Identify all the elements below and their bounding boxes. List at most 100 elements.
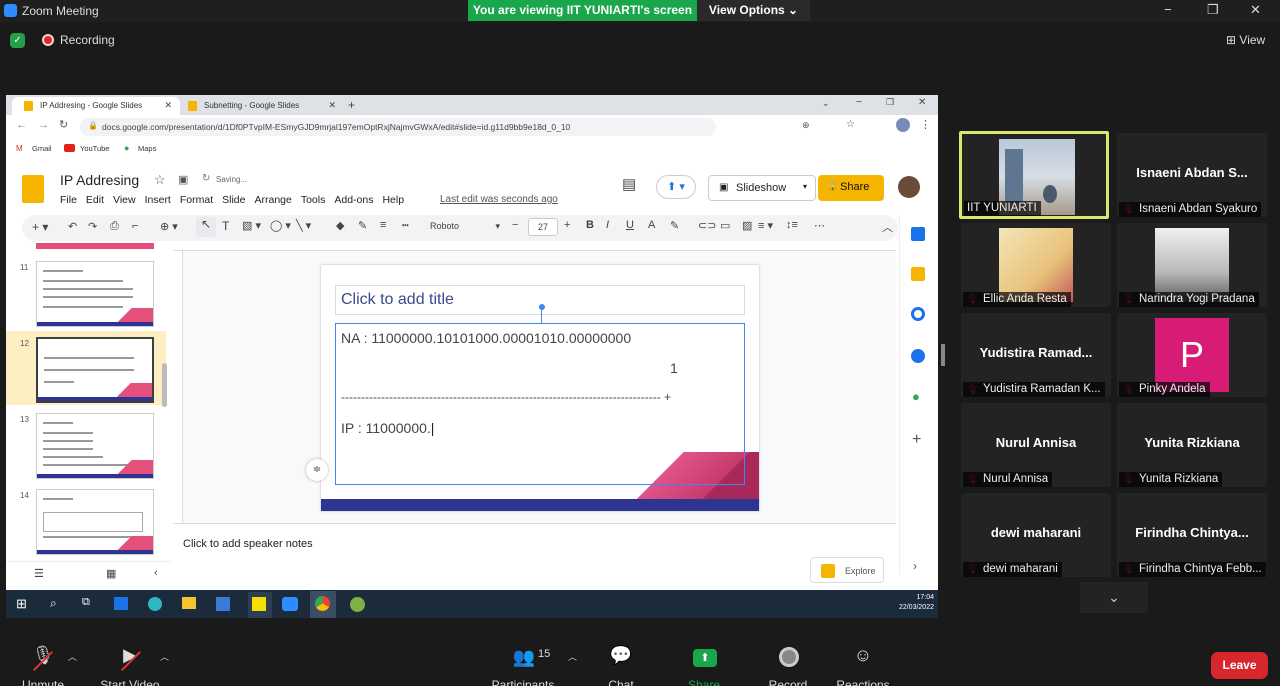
participant-tile[interactable]: Isnaeni Abdan S... 🎙 Isnaeni Abdan Syaku…	[1117, 133, 1267, 217]
align-icon[interactable]: ≡ ▾	[758, 219, 773, 232]
mail-icon[interactable]	[114, 597, 128, 610]
text-color-icon[interactable]: A	[648, 219, 655, 231]
underline-icon[interactable]: U	[626, 219, 634, 231]
windows-start-icon[interactable]: ⊞	[16, 596, 27, 612]
image-icon[interactable]: ▧ ▾	[242, 219, 261, 232]
browser-tab-subnetting[interactable]: Subnetting - Google Slides ✕	[176, 97, 344, 115]
restore-button[interactable]: ❐	[1207, 2, 1219, 18]
view-button[interactable]: ⊞ View	[1226, 33, 1265, 47]
thumbnail-slide-14[interactable]	[36, 489, 154, 555]
recording-label[interactable]: Recording	[60, 33, 115, 47]
explore-button[interactable]: Explore	[810, 557, 884, 583]
participant-tile[interactable]: P 🎙 Pinky Andela	[1117, 313, 1267, 397]
menu-tools[interactable]: Tools	[301, 194, 326, 206]
menu-view[interactable]: View	[113, 194, 136, 206]
move-folder-icon[interactable]: ▣	[178, 173, 188, 186]
reload-icon[interactable]: ↻	[59, 118, 68, 131]
star-icon[interactable]: ☆	[846, 119, 855, 130]
close-button[interactable]: ✕	[1250, 2, 1261, 18]
zoom-icon[interactable]: ⊕	[802, 120, 810, 131]
border-dash-icon[interactable]: ┅	[402, 219, 409, 232]
text-box-icon[interactable]: T	[222, 219, 229, 233]
menu-file[interactable]: File	[60, 194, 77, 206]
file-explorer-icon[interactable]	[182, 597, 196, 609]
store-icon[interactable]	[216, 597, 230, 611]
thumbnail-slide-12[interactable]	[36, 337, 154, 403]
leave-button[interactable]: Leave	[1211, 652, 1268, 679]
share-screen-button[interactable]: Share Screen	[668, 678, 740, 686]
collapse-panel-icon[interactable]: ‹	[154, 567, 158, 579]
list-view-icon[interactable]: ☰	[34, 567, 44, 580]
shape-icon[interactable]: ◯ ▾	[270, 219, 291, 232]
muted-mic-icon[interactable]: 🎙	[30, 645, 56, 666]
maps-icon[interactable]: ●	[912, 389, 920, 404]
google-slides-logo-icon[interactable]	[22, 175, 44, 203]
share-button[interactable]: 🔒 Share	[818, 175, 884, 201]
participant-tile[interactable]: 🎙 Ellic Anda Resta	[961, 223, 1111, 307]
start-video-button[interactable]: Start Video	[96, 678, 164, 686]
close-tab-icon[interactable]: ✕	[164, 100, 172, 111]
speaker-notes[interactable]: Click to add speaker notes	[173, 523, 896, 583]
comment-icon[interactable]: ▭	[720, 219, 730, 232]
gallery-next-page-button[interactable]: ⌄	[1080, 582, 1148, 613]
link-icon[interactable]: ⊂⊃	[698, 219, 716, 232]
record-icon[interactable]	[779, 647, 799, 667]
user-avatar[interactable]	[898, 176, 920, 198]
participant-tile-active[interactable]: IIT YUNIARTI	[959, 131, 1109, 219]
new-tab-icon[interactable]: +	[348, 98, 355, 112]
menu-insert[interactable]: Insert	[145, 194, 171, 206]
paint-format-icon[interactable]: ⌐	[132, 220, 138, 232]
panel-scrollbar[interactable]	[162, 363, 167, 407]
chevron-up-icon[interactable]: ︿	[68, 650, 77, 663]
rotate-handle[interactable]	[539, 304, 545, 310]
shield-icon[interactable]: ✓	[10, 33, 25, 48]
participants-icon[interactable]: 👥	[510, 647, 538, 668]
chat-icon[interactable]: 💬	[608, 645, 634, 666]
decrease-font-icon[interactable]: −	[512, 219, 518, 231]
document-title[interactable]: IP Addresing	[60, 172, 139, 188]
collapse-toolbar-icon[interactable]: ︿	[882, 219, 893, 235]
calendar-icon[interactable]	[911, 227, 925, 241]
forward-icon[interactable]: →	[38, 119, 49, 131]
select-cursor-icon[interactable]: ↖	[196, 217, 216, 237]
thumbnail-slide-11[interactable]	[36, 261, 154, 327]
menu-arrange[interactable]: Arrange	[254, 194, 291, 206]
present-to-meeting-icon[interactable]: ⬆ ▾	[656, 175, 696, 199]
participant-tile[interactable]: 🎙 Narindra Yogi Pradana	[1117, 223, 1267, 307]
contacts-icon[interactable]	[911, 349, 925, 363]
view-options-button[interactable]: View Options ⌄	[697, 0, 810, 21]
panel-splitter[interactable]	[941, 344, 945, 366]
chevron-up-icon[interactable]: ︿	[160, 650, 169, 663]
border-color-icon[interactable]: ✎	[358, 219, 367, 232]
bold-icon[interactable]: B	[586, 219, 594, 231]
reactions-icon[interactable]: ☺	[850, 645, 876, 666]
taskbar-clock[interactable]: 17:04 22/03/2022	[899, 593, 934, 613]
tab-search-icon[interactable]: ⌄	[822, 98, 830, 109]
url-field[interactable]: docs.google.com/presentation/d/1Df0PTvpI…	[80, 118, 716, 136]
keep-icon[interactable]	[911, 267, 925, 281]
menu-help[interactable]: Help	[382, 194, 404, 206]
star-icon[interactable]: ☆	[154, 172, 166, 188]
edge-icon[interactable]	[148, 597, 162, 611]
browser-close-icon[interactable]: ✕	[918, 97, 926, 108]
last-edit-link[interactable]: Last edit was seconds ago	[440, 194, 558, 205]
zoom-app-icon[interactable]	[282, 597, 298, 611]
dropdown-icon[interactable]: ▾	[803, 182, 807, 191]
reactions-button[interactable]: Reactions	[832, 678, 894, 686]
more-icon[interactable]: ⋯	[814, 219, 825, 232]
image-icon[interactable]: ▨	[742, 219, 752, 232]
print-icon[interactable]: ⎙	[110, 220, 119, 233]
participants-button[interactable]: Participants	[490, 678, 556, 686]
chevron-up-icon[interactable]: ︿	[568, 650, 577, 663]
sticky-notes-icon[interactable]	[252, 597, 266, 611]
font-size-field[interactable]: 27	[528, 218, 558, 236]
add-addon-icon[interactable]: +	[912, 431, 921, 449]
expand-panel-icon[interactable]: ›	[913, 559, 917, 573]
menu-format[interactable]: Format	[180, 194, 213, 206]
tasks-icon[interactable]	[911, 307, 925, 321]
menu-addons[interactable]: Add-ons	[334, 194, 373, 206]
zoom-icon[interactable]: ⊕ ▾	[160, 220, 178, 233]
participant-tile[interactable]: Yudistira Ramad... 🎙 Yudistira Ramadan K…	[961, 313, 1111, 397]
border-weight-icon[interactable]: ≡	[380, 219, 386, 231]
undo-icon[interactable]: ↶	[68, 220, 77, 233]
